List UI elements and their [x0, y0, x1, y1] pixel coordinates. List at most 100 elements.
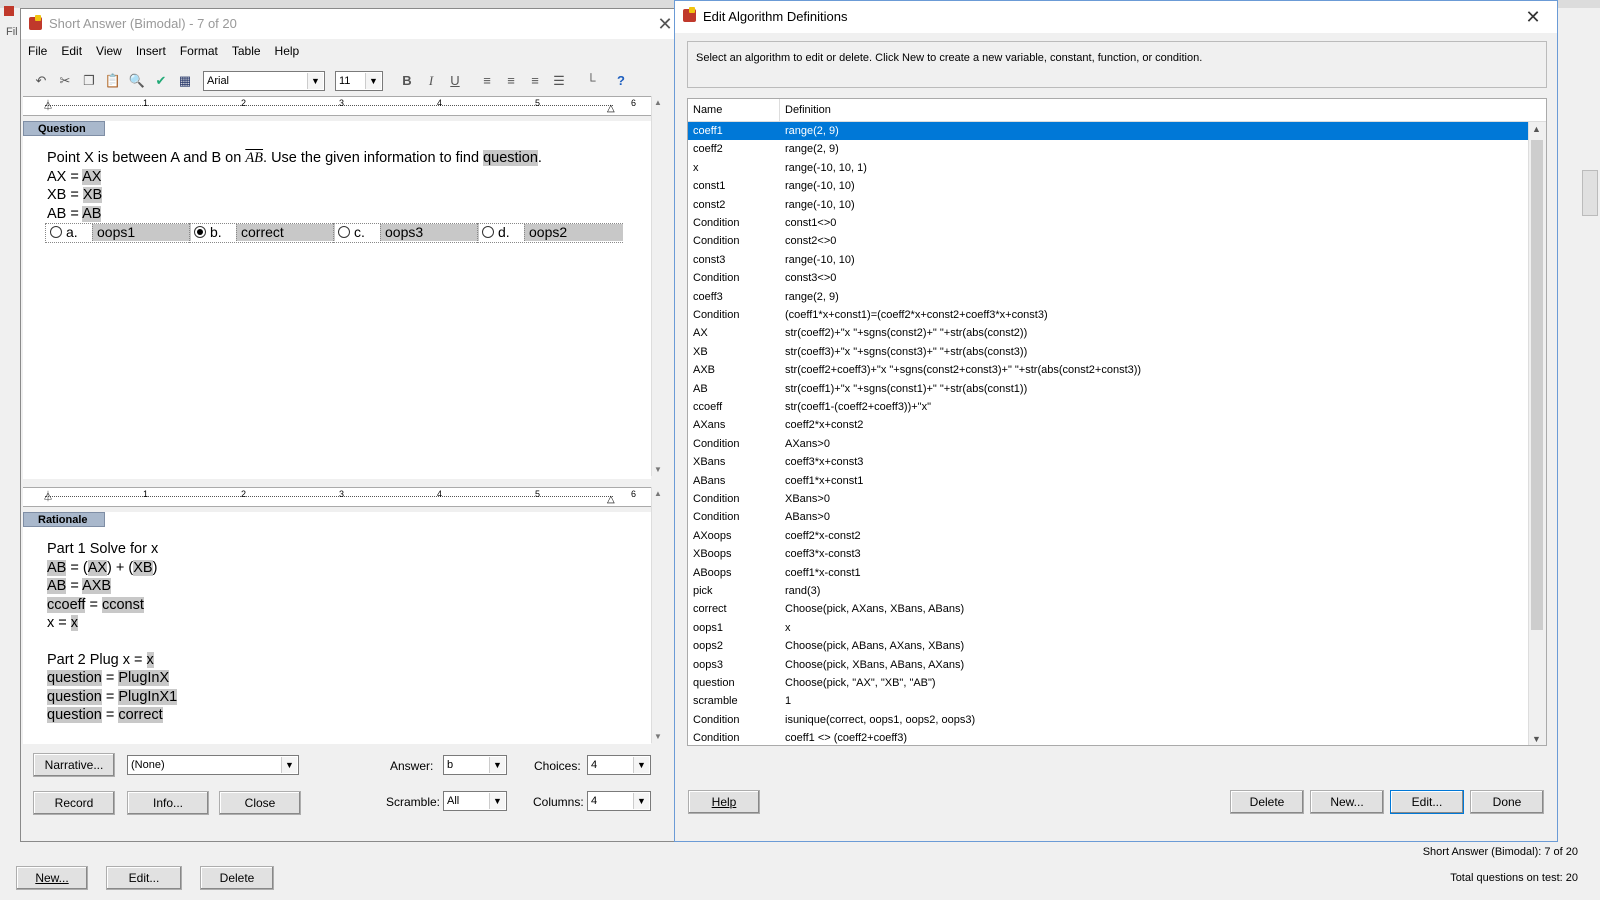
var-question[interactable]: question — [483, 150, 538, 166]
table-row[interactable]: AXans coeff2*x+const2 — [688, 416, 1528, 434]
table-row[interactable]: Condition const1<>0 — [688, 214, 1528, 232]
choice-b[interactable]: b. correct — [189, 223, 335, 243]
scrollbar-thumb[interactable] — [1531, 140, 1543, 630]
menu-help[interactable]: Help — [268, 41, 307, 61]
bg-new-button[interactable]: New... — [16, 866, 88, 890]
radio-icon[interactable] — [482, 226, 494, 238]
table-row[interactable]: correct Choose(pick, AXans, XBans, ABans) — [688, 600, 1528, 618]
table-row[interactable]: ABoops coeff1*x-const1 — [688, 564, 1528, 582]
columns-select[interactable]: 4 ▼ — [587, 791, 651, 811]
table-row[interactable]: XB str(coeff3)+"x "+sgns(const3)+" "+str(… — [688, 343, 1528, 361]
menu-edit[interactable]: Edit — [54, 41, 89, 61]
paste-icon[interactable]: 📋 — [103, 71, 123, 91]
choices-select[interactable]: 4 ▼ — [587, 755, 651, 775]
close-icon[interactable]: ✕ — [1523, 1, 1543, 33]
record-button[interactable]: Record — [33, 791, 115, 815]
table-row[interactable]: question Choose(pick, "AX", "XB", "AB") — [688, 674, 1528, 692]
right-indent-marker[interactable]: △ — [607, 103, 615, 114]
table-row[interactable]: oops1 x — [688, 619, 1528, 637]
menu-insert[interactable]: Insert — [129, 41, 173, 61]
tab-stop-icon[interactable]: └ — [581, 71, 601, 91]
table-row[interactable]: oops3 Choose(pick, XBans, ABans, AXans) — [688, 656, 1528, 674]
table-row[interactable]: Condition const3<>0 — [688, 269, 1528, 287]
table-row[interactable]: AB str(coeff1)+"x "+sgns(const1)+" "+str(… — [688, 380, 1528, 398]
bg-file-menu[interactable]: Fil — [6, 26, 18, 38]
col-divider[interactable] — [779, 99, 780, 121]
font-size-select[interactable]: 11 ▼ — [335, 71, 383, 91]
help-icon[interactable]: ? — [611, 71, 631, 91]
right-indent-marker[interactable]: △ — [607, 494, 615, 505]
var-xb[interactable]: XB — [82, 187, 103, 203]
undo-icon[interactable]: ↶ — [31, 71, 51, 91]
align-center-icon[interactable]: ≡ — [501, 71, 521, 91]
table-row[interactable]: Condition XBans>0 — [688, 490, 1528, 508]
choice-a[interactable]: a. oops1 — [45, 223, 191, 243]
table-row[interactable]: Condition const2<>0 — [688, 232, 1528, 250]
scroll-down-icon[interactable]: ▼ — [654, 465, 662, 474]
copy-icon[interactable]: ❐ — [79, 71, 99, 91]
table-row[interactable]: Condition AXans>0 — [688, 435, 1528, 453]
table-row[interactable]: coeff3 range(2, 9) — [688, 288, 1528, 306]
spellcheck-icon[interactable]: ✔ — [151, 71, 171, 91]
table-row[interactable]: oops2 Choose(pick, ABans, AXans, XBans) — [688, 637, 1528, 655]
menu-table[interactable]: Table — [225, 41, 268, 61]
table-row[interactable]: Condition coeff1 <> (coeff2+coeff3) — [688, 729, 1528, 745]
rationale-editor[interactable]: Rationale Part 1 Solve for x AB = (AX) +… — [23, 512, 651, 744]
find-icon[interactable]: 🔍 — [127, 71, 147, 91]
edit-button[interactable]: Edit... — [1390, 790, 1464, 814]
info-button[interactable]: Info... — [127, 791, 209, 815]
table-row[interactable]: coeff1 range(2, 9) — [688, 122, 1528, 141]
col-definition-header[interactable]: Definition — [785, 99, 831, 121]
scroll-up-icon[interactable]: ▲ — [654, 98, 662, 107]
italic-icon[interactable]: I — [421, 71, 441, 91]
help-button[interactable]: Help — [688, 790, 760, 814]
left-indent-marker[interactable]: ⏃ — [43, 97, 53, 112]
calculator-icon[interactable]: ▦ — [175, 71, 195, 91]
left-indent-marker[interactable]: ⏃ — [43, 488, 53, 503]
table-row[interactable]: Condition ABans>0 — [688, 508, 1528, 526]
rationale-scrollbar[interactable]: ▲ ▼ — [651, 487, 668, 743]
table-row[interactable]: AX str(coeff2)+"x "+sgns(const2)+" "+str(… — [688, 324, 1528, 342]
table-row[interactable]: scramble 1 — [688, 692, 1528, 710]
question-scrollbar[interactable]: ▲ ▼ — [651, 96, 668, 476]
rationale-ruler[interactable]: 1 2 3 4 5 6 ⏃ △ — [23, 487, 653, 507]
table-row[interactable]: const2 range(-10, 10) — [688, 196, 1528, 214]
radio-icon[interactable] — [50, 226, 62, 238]
var-ab[interactable]: AB — [82, 205, 102, 222]
close-icon[interactable]: ✕ — [655, 9, 675, 39]
menu-format[interactable]: Format — [173, 41, 225, 61]
table-row[interactable]: ccoeff str(coeff1-(coeff2+coeff3))+"x" — [688, 398, 1528, 416]
radio-selected-icon[interactable] — [194, 226, 206, 238]
col-name-header[interactable]: Name — [693, 99, 722, 121]
table-row[interactable]: XBans coeff3*x+const3 — [688, 453, 1528, 471]
scroll-down-icon[interactable]: ▼ — [654, 732, 662, 741]
cut-icon[interactable]: ✂ — [55, 71, 75, 91]
question-editor[interactable]: Question Point X is between A and B on A… — [23, 121, 651, 479]
menu-view[interactable]: View — [89, 41, 129, 61]
table-row[interactable]: Condition isunique(correct, oops1, oops2,… — [688, 711, 1528, 729]
narrative-select[interactable]: (None) ▼ — [127, 755, 299, 775]
new-button[interactable]: New... — [1310, 790, 1384, 814]
font-name-select[interactable]: Arial ▼ — [203, 71, 325, 91]
table-row[interactable]: XBoops coeff3*x-const3 — [688, 545, 1528, 563]
table-row[interactable]: coeff2 range(2, 9) — [688, 140, 1528, 158]
bg-delete-button[interactable]: Delete — [200, 866, 274, 890]
table-row[interactable]: Condition (coeff1*x+const1)=(coeff2*x+con… — [688, 306, 1528, 324]
table-row[interactable]: AXB str(coeff2+coeff3)+"x "+sgns(const2+c… — [688, 361, 1528, 379]
delete-button[interactable]: Delete — [1230, 790, 1304, 814]
done-button[interactable]: Done — [1470, 790, 1544, 814]
answer-select[interactable]: b ▼ — [443, 755, 507, 775]
table-row[interactable]: ABans coeff1*x+const1 — [688, 472, 1528, 490]
scroll-up-icon[interactable]: ▲ — [1532, 124, 1541, 134]
scroll-up-icon[interactable]: ▲ — [654, 489, 662, 498]
table-row[interactable]: x range(-10, 10, 1) — [688, 159, 1528, 177]
underline-icon[interactable]: U — [445, 71, 465, 91]
radio-icon[interactable] — [338, 226, 350, 238]
scramble-select[interactable]: All ▼ — [443, 791, 507, 811]
var-ax[interactable]: AX — [82, 168, 102, 185]
bg-scrollbar-thumb[interactable] — [1582, 170, 1598, 216]
algorithm-scrollbar[interactable]: ▲ ▼ — [1528, 122, 1546, 745]
table-row[interactable]: AXoops coeff2*x-const2 — [688, 527, 1528, 545]
question-ruler[interactable]: 1 2 3 4 5 6 ⏃ △ — [23, 96, 653, 116]
justify-icon[interactable]: ☰ — [549, 71, 569, 91]
